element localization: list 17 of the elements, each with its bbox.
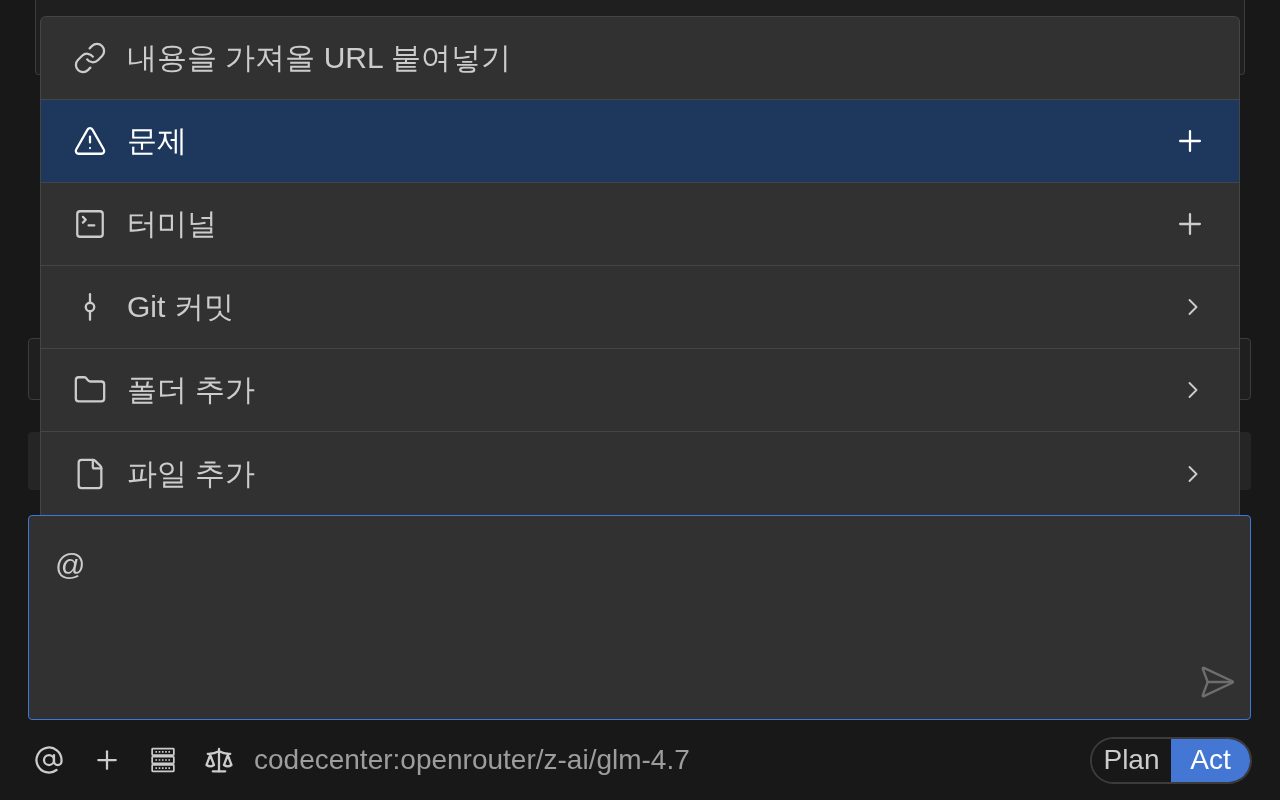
menu-item-label: 폴더 추가 — [127, 375, 256, 405]
server-rack-icon[interactable] — [150, 747, 176, 773]
menu-item-label: 터미널 — [127, 209, 217, 239]
menu-item-label: 문제 — [127, 126, 187, 156]
menu-item[interactable]: 내용을 가져올 URL 붙여넣기 — [41, 17, 1239, 100]
menu-item-label: 파일 추가 — [127, 458, 256, 489]
model-selector[interactable]: codecenter:openrouter/z-ai/glm-4.7 — [254, 746, 690, 774]
link-icon — [73, 41, 107, 75]
menu-item-label: Git 커밋 — [127, 292, 234, 322]
terminal-icon — [73, 207, 107, 241]
mode-tab[interactable]: Act — [1171, 738, 1250, 782]
warning-icon — [73, 124, 107, 158]
message-input[interactable]: @ — [28, 515, 1251, 720]
mention-icon[interactable] — [34, 745, 64, 775]
scale-icon[interactable] — [204, 745, 234, 775]
menu-item-label: 내용을 가져올 URL 붙여넣기 — [127, 43, 511, 73]
menu-item[interactable]: 문제 — [41, 100, 1239, 183]
